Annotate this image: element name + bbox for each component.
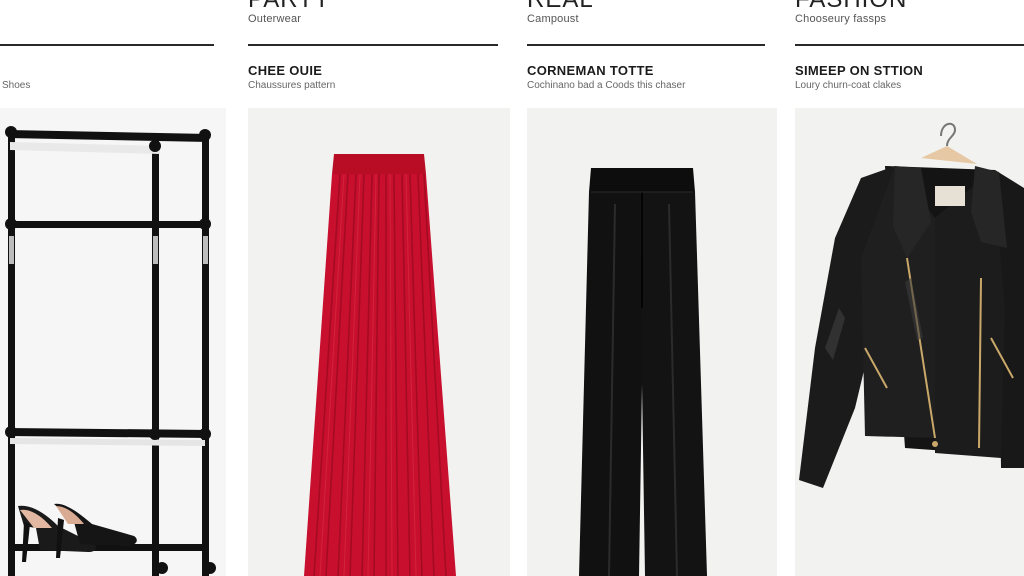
product-image[interactable] bbox=[248, 108, 510, 576]
product-image[interactable] bbox=[795, 108, 1024, 576]
product-subtitle: Cochinano bad a Coods this chaser bbox=[527, 80, 686, 91]
product-image[interactable] bbox=[527, 108, 777, 576]
header-rule bbox=[0, 44, 214, 46]
skirt-icon bbox=[304, 154, 456, 576]
product-card-skirt[interactable]: PARTY Outerwear CHEE OUIE Chaussures pat… bbox=[248, 0, 510, 576]
product-subtitle: Chaussures pattern bbox=[248, 80, 336, 91]
product-title: CORNEMAN TOTTE bbox=[527, 63, 654, 78]
header-rule bbox=[527, 44, 765, 46]
brand-name: FASHION bbox=[795, 0, 907, 14]
brand-name: PARTY bbox=[248, 0, 331, 14]
product-title: SIMEEP ON STTION bbox=[795, 63, 924, 78]
brand-subtitle: Outerwear bbox=[248, 13, 302, 25]
product-subtitle: Loury churn-coat clakes bbox=[795, 80, 902, 91]
header-rule bbox=[795, 44, 1024, 46]
product-grid: Shoes Outerwear CHEE OUIE Chaussures pat… bbox=[0, 0, 1024, 576]
header-rule bbox=[248, 44, 498, 46]
jacket-icon bbox=[799, 122, 1024, 488]
brand-subtitle: Campoust bbox=[527, 13, 579, 25]
brand-subtitle: Chooseury fassps bbox=[795, 13, 887, 25]
product-title: CHEE OUIE bbox=[248, 63, 323, 78]
brand-name: REAL bbox=[527, 0, 594, 14]
product-subtitle: Shoes bbox=[2, 80, 31, 91]
clothing-rack-icon bbox=[5, 126, 216, 576]
trousers-icon bbox=[579, 168, 707, 576]
product-image[interactable] bbox=[0, 108, 226, 576]
product-card-rack[interactable]: Shoes bbox=[0, 0, 226, 576]
product-card-trousers[interactable]: REAL Campoust CORNEMAN TOTTE Cochinano b… bbox=[527, 0, 777, 576]
product-card-jacket[interactable]: FASHION Chooseury fassps SIMEEP ON STTIO… bbox=[795, 0, 1024, 576]
